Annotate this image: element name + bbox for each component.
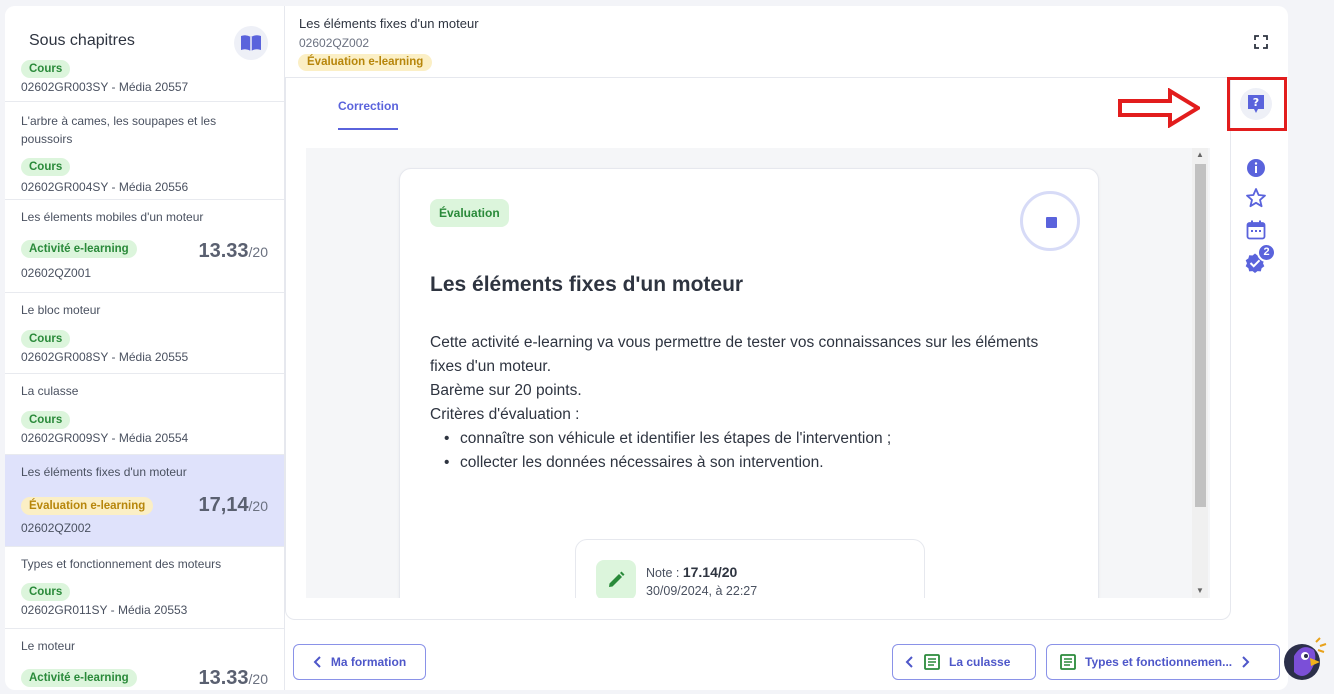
page-code: 02602QZ002 [299, 36, 370, 50]
list-item[interactable]: Le moteur Activité e-learning 13.33/20 [5, 629, 284, 690]
item-title: Le bloc moteur [21, 303, 101, 317]
page-title: Les éléments fixes d'un moteur [299, 16, 479, 31]
item-title: Les éléments fixes d'un moteur [21, 465, 187, 479]
criteria-item: connaître son véhicule et identifier les… [444, 427, 1060, 451]
note-card: Note : 17.14/20 30/09/2024, à 22:27 [575, 539, 925, 598]
item-score: 17,14/20 [198, 494, 268, 516]
stop-button[interactable] [1020, 191, 1080, 251]
parrot-mascot-icon[interactable] [1280, 636, 1330, 688]
item-title: Les élements mobiles d'un moteur [21, 210, 204, 224]
notification-count-badge: 2 [1257, 243, 1276, 262]
item-code: 02602GR008SY - Média 20555 [21, 350, 189, 364]
item-code: 02602QZ001 [21, 266, 92, 280]
red-arrow-icon [1118, 88, 1200, 128]
description-line: Critères d'évaluation : [430, 406, 580, 423]
type-badge: Cours [21, 60, 71, 78]
item-code: 02602GR009SY - Média 20554 [21, 431, 189, 445]
list-item[interactable]: L'arbre à cames, les soupapes et les pou… [5, 102, 284, 200]
item-title: Le moteur [21, 639, 76, 653]
description-line: Barème sur 20 points. [430, 382, 582, 399]
item-code: 02602GR004SY - Média 20556 [21, 180, 189, 194]
scroll-thumb[interactable] [1195, 164, 1206, 507]
type-badge: Activité e-learning [21, 669, 137, 687]
svg-text:?: ? [1253, 96, 1259, 109]
help-button[interactable]: ? [1240, 88, 1272, 120]
criteria-item: collecter les données nécessaires à son … [444, 451, 1060, 475]
item-title: Types et fonctionnement des moteurs [21, 557, 222, 571]
note-label: Note : 17.14/20 [646, 564, 738, 580]
button-label: La culasse [949, 655, 1011, 669]
calendar-icon[interactable] [1245, 219, 1267, 241]
item-score: 13.33/20 [198, 240, 268, 262]
type-badge: Cours [21, 583, 71, 601]
list-item[interactable]: La culasse Cours 02602GR009SY - Média 20… [5, 374, 284, 455]
item-title: La culasse [21, 384, 79, 398]
content-frame: Évaluation Les éléments fixes d'un moteu… [306, 148, 1210, 598]
type-badge: Cours [21, 330, 71, 348]
note-value: 17.14/20 [682, 564, 738, 580]
criteria-list: connaître son véhicule et identifier les… [444, 427, 1060, 475]
card-title: Les éléments fixes d'un moteur [430, 273, 744, 296]
main-panel: Correction Évaluation Les éléments fixes… [285, 78, 1288, 620]
status-badge: Évaluation e-learning [298, 54, 433, 71]
pencil-icon [596, 560, 636, 598]
scrollbar[interactable]: ▲ ▼ [1192, 148, 1208, 598]
document-icon [1060, 654, 1076, 670]
star-icon[interactable] [1245, 187, 1267, 209]
content-header: Les éléments fixes d'un moteur 02602QZ00… [285, 6, 1288, 78]
sidebar: Cours 02602GR003SY - Média 20557 L'arbre… [5, 6, 285, 690]
list-item[interactable]: Le bloc moteur Cours 02602GR008SY - Médi… [5, 293, 284, 374]
fullscreen-icon[interactable] [1253, 34, 1269, 50]
item-code: 02602GR003SY - Média 20557 [21, 80, 189, 94]
note-date: 30/09/2024, à 22:27 [646, 584, 758, 598]
chevron-left-icon [313, 656, 321, 668]
help-icon: ? [1248, 95, 1264, 113]
info-icon[interactable] [1245, 157, 1267, 179]
chevron-left-icon [905, 656, 913, 668]
scroll-down-arrow-icon[interactable]: ▼ [1192, 584, 1208, 598]
type-badge: Évaluation e-learning [21, 497, 154, 515]
tab-indicator [338, 128, 398, 130]
item-title: L'arbre à cames, les soupapes et les pou… [21, 114, 217, 146]
next-chapter-button[interactable]: Types et fonctionnemen... [1046, 644, 1280, 680]
list-item[interactable]: Les élements mobiles d'un moteur Activit… [5, 200, 284, 293]
sidebar-header: Sous chapitres [5, 6, 284, 60]
evaluation-badge: Évaluation [430, 199, 509, 227]
type-badge: Cours [21, 411, 71, 429]
item-code: 02602QZ002 [21, 521, 92, 535]
previous-chapter-button[interactable]: La culasse [892, 644, 1036, 680]
chevron-right-icon [1242, 656, 1250, 668]
description-line: Cette activité e-learning va vous permet… [430, 334, 1039, 375]
stop-icon [1046, 217, 1057, 228]
evaluation-card: Évaluation Les éléments fixes d'un moteu… [399, 168, 1099, 598]
scroll-up-arrow-icon[interactable]: ▲ [1192, 148, 1208, 162]
list-item[interactable]: Types et fonctionnement des moteurs Cour… [5, 547, 284, 629]
type-badge: Activité e-learning [21, 240, 137, 258]
item-score: 13.33/20 [198, 667, 268, 689]
button-label: Ma formation [330, 655, 407, 669]
card-description: Cette activité e-learning va vous permet… [430, 331, 1050, 427]
document-icon [924, 654, 940, 670]
tab-correction[interactable]: Correction [338, 99, 399, 113]
type-badge: Cours [21, 158, 71, 176]
list-item-active[interactable]: Les éléments fixes d'un moteur Évaluatio… [5, 455, 284, 547]
item-code: 02602GR011SY - Média 20553 [21, 603, 188, 617]
button-label: Types et fonctionnemen... [1085, 655, 1233, 669]
book-icon[interactable] [234, 26, 268, 60]
sidebar-title: Sous chapitres [29, 32, 135, 49]
back-to-formation-button[interactable]: Ma formation [293, 644, 426, 680]
